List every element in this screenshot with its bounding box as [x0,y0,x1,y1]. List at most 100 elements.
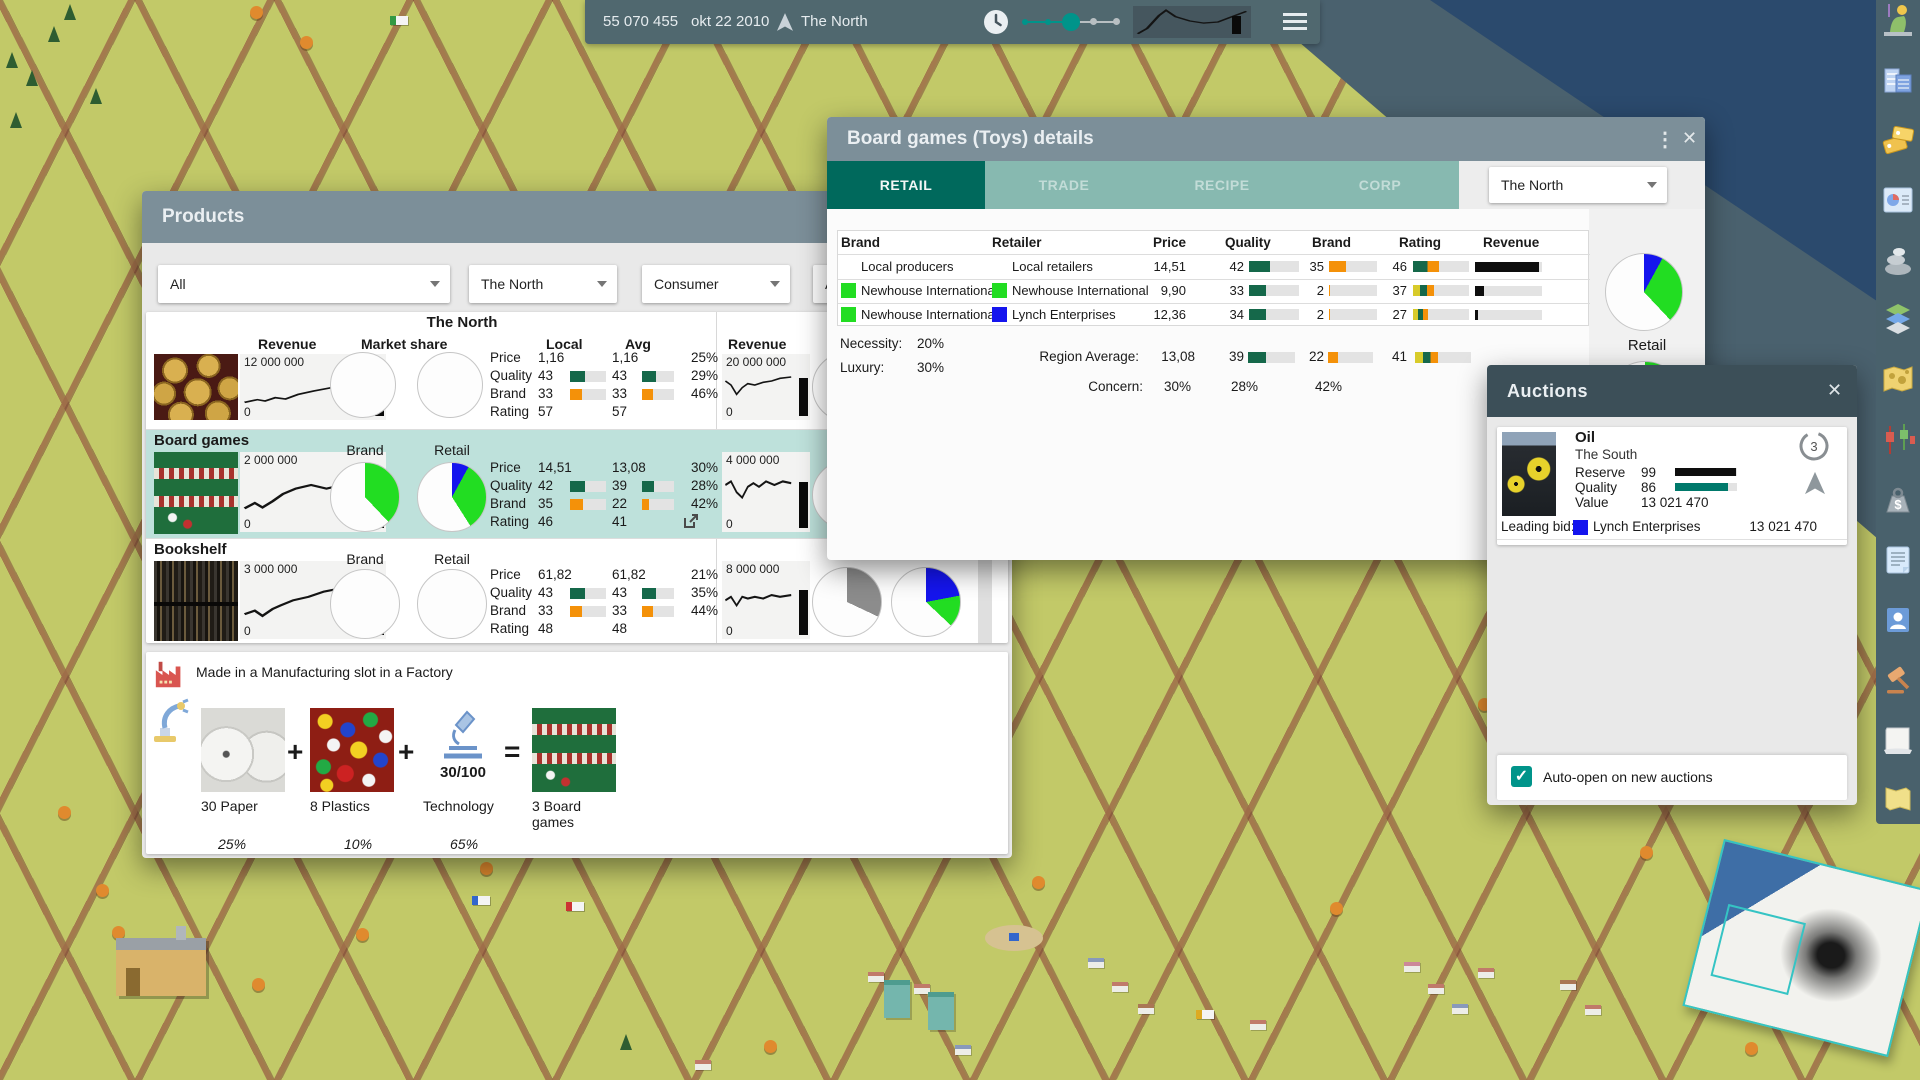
pie-brand-label: Brand [346,442,384,458]
input-image-paper [201,708,285,792]
details-title: Board games (Toys) details [847,128,1094,149]
auction-item-card[interactable]: Oil The South Reserve 99 Quality 86 Valu… [1497,427,1847,545]
sidebar-item-newspaper[interactable] [1880,722,1916,758]
pie-retail-label: Retail [434,551,470,567]
finance-sparkline[interactable] [1133,6,1251,38]
filter-region-value: The North [481,276,544,292]
output-label: 3 Board games [532,798,582,830]
sidebar-item-contacts[interactable] [1880,602,1916,638]
headquarters-icon [1884,68,1912,93]
retail-row-1[interactable]: Local producers Local retailers 14,51 42… [838,255,1590,279]
sidebar-item-region-map[interactable] [1880,782,1916,818]
menu-icon[interactable] [1283,13,1307,31]
products-tags-icon [1882,125,1915,155]
terrain-layers-icon [1886,304,1910,334]
tab-trade[interactable]: TRADE [985,161,1143,209]
tree [1745,1042,1758,1055]
details-titlebar[interactable]: Board games (Toys) details [827,117,1705,161]
reserve-value: 99 [1641,465,1657,480]
robot-arm-icon [154,698,189,742]
concern-label: Concern: [1088,379,1143,394]
filter-market-value: Consumer [654,276,719,292]
details-region-dropdown[interactable]: The North [1489,167,1667,203]
retail-row-3[interactable]: Newhouse International Lynch Enterprises… [838,303,1590,327]
tab-corp[interactable]: CORP [1301,161,1459,209]
tree [96,884,109,897]
sidebar-item-reports[interactable] [1880,182,1916,218]
filter-market-dropdown[interactable]: Consumer [642,265,790,303]
sidebar-item-headquarters[interactable] [1880,62,1916,98]
open-details-icon[interactable] [682,512,700,530]
tree [1330,902,1343,915]
retail-pie-label: Retail [1627,337,1667,354]
auction-item-name: Oil [1575,429,1596,446]
retail-row-2[interactable]: Newhouse International Newhouse Internat… [838,279,1590,303]
truck [390,16,408,25]
clock-icon[interactable] [983,9,1009,35]
revenue2-sparkline: 20 000 000 0 [722,354,810,420]
details-region-value: The North [1501,177,1564,193]
product-name: Bookshelf [154,541,227,558]
bidder-color-swatch [1573,520,1588,535]
close-icon[interactable]: ✕ [1682,128,1697,149]
concern-brand: 42% [1314,379,1342,394]
sidebar-item-finance[interactable]: $ [1880,482,1916,518]
input-label: 30 Paper [201,798,258,814]
finance-icon: $ [1886,487,1910,513]
close-icon[interactable]: ✕ [1827,380,1842,401]
auctions-icon [1887,666,1910,694]
auto-open-bar: ✓ Auto-open on new auctions [1497,755,1847,800]
reports-icon [1883,187,1913,213]
hdr-brand: Brand [841,235,881,250]
sidebar-item-resources[interactable] [1880,242,1916,278]
leading-bid-amount: 13 021 470 [1749,519,1817,534]
product-image-board-games [154,452,238,534]
sidebar-item-world-map[interactable] [1880,362,1916,398]
region-average-rating: 41 [1391,349,1407,364]
sidebar-item-statue[interactable] [1880,2,1916,38]
speed-slider-handle[interactable] [1062,13,1080,31]
current-region-label[interactable]: The North [801,13,868,30]
house [695,1060,711,1070]
filter-category-dropdown[interactable]: All [158,265,450,303]
house [1404,962,1420,972]
tree [58,806,71,819]
factory-building [116,926,206,996]
region-title: The North [426,314,498,331]
value-label: Value [1575,495,1609,510]
auctions-titlebar[interactable]: Auctions [1487,365,1857,417]
retail-pie-chart [1605,253,1683,331]
house [1138,1004,1154,1014]
locate-arrow-icon[interactable] [1805,471,1825,495]
pie-brand-label: Brand [346,551,384,567]
kebab-menu-icon[interactable]: ⋮ [1655,127,1675,152]
house [1585,1005,1601,1015]
product-image-bookshelf [154,561,238,641]
concern-quality: 28% [1230,379,1258,394]
retail-share-pie [417,569,487,639]
leading-bid-label: Leading bid: [1501,519,1575,534]
sidebar-item-products[interactable] [1880,122,1916,158]
sidebar-item-stocks[interactable] [1880,422,1916,458]
auto-open-checkbox[interactable]: ✓ [1511,766,1532,787]
sidebar-item-notes[interactable] [1880,542,1916,578]
resources-icon [1885,248,1911,275]
newspaper-icon [1884,727,1912,754]
input-label: 8 Plastics [310,798,370,814]
location-arrow-icon [777,13,793,31]
region-average-label: Region Average: [1039,349,1139,364]
tab-recipe[interactable]: RECIPE [1143,161,1301,209]
equals-sign: = [504,736,521,767]
game-speed-slider[interactable] [1021,10,1121,34]
svg-text:3: 3 [1810,439,1817,454]
sidebar-item-layers[interactable] [1880,302,1916,338]
house [1088,958,1104,968]
retail-table: Brand Retailer Price Quality Brand Ratin… [837,230,1590,327]
luxury-label: Luxury: [840,360,885,375]
tab-retail[interactable]: RETAIL [827,161,985,209]
sidebar-item-auctions[interactable] [1880,662,1916,698]
filter-region-dropdown[interactable]: The North [469,265,617,303]
recipe-panel: Made in a Manufacturing slot in a Factor… [146,652,1008,854]
luxury-value: 30% [917,360,945,375]
tree [1032,876,1045,889]
